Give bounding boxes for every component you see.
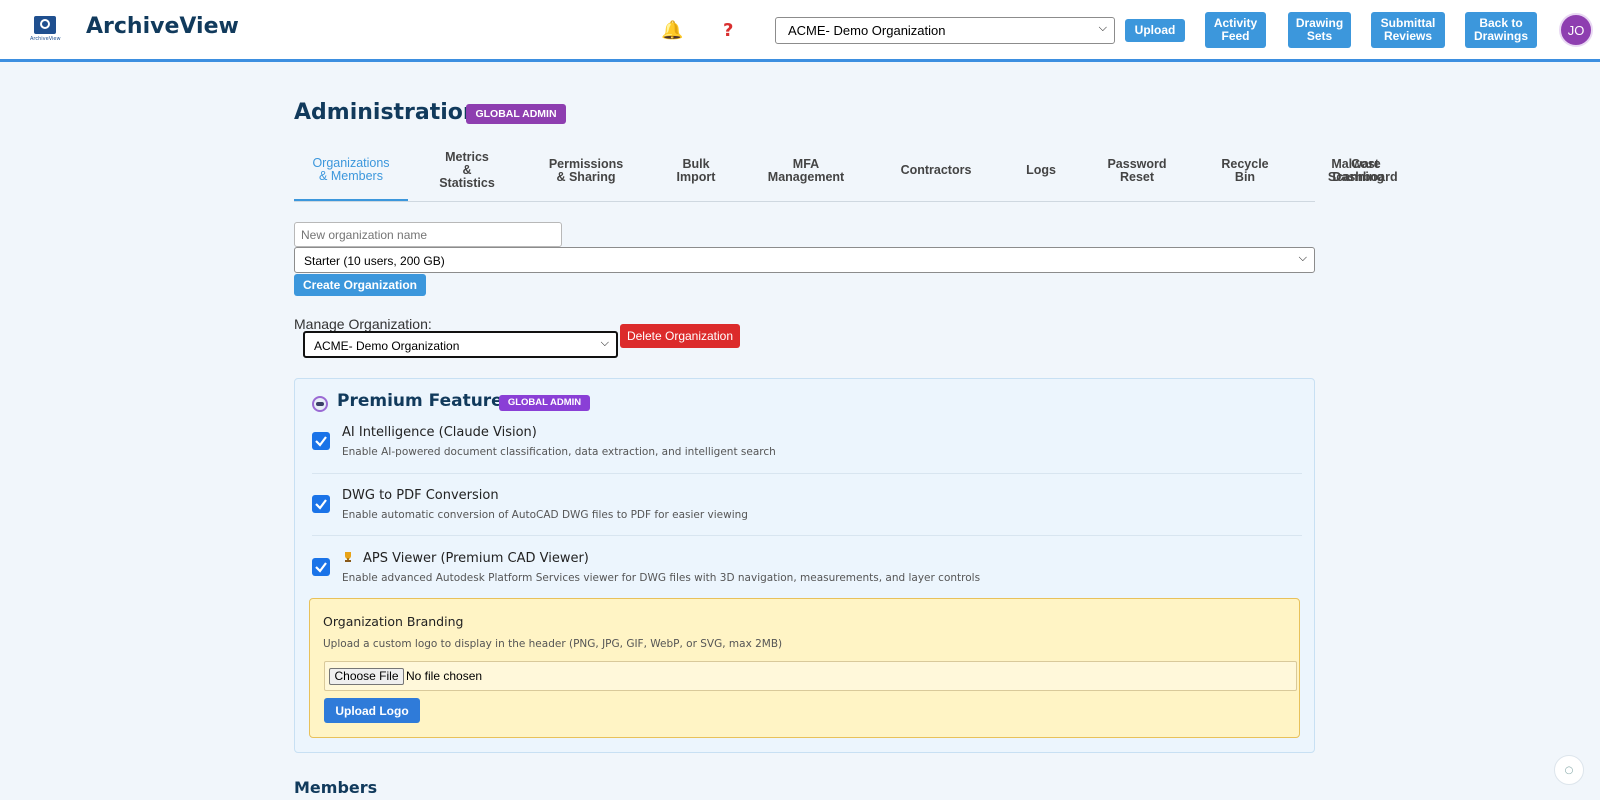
tab-label: & — [462, 163, 472, 177]
tab-label: Recycle — [1221, 156, 1269, 171]
app-logo[interactable]: ArchiveView — [30, 16, 62, 44]
dwg-to-pdf-checkbox[interactable] — [312, 495, 330, 513]
admin-tabs: Organizations & Members Metrics & Statistic… — [294, 140, 1398, 202]
submittal-reviews-label-2: Reviews — [1383, 29, 1432, 43]
drawing-sets-button[interactable]: Drawing Sets — [1288, 12, 1351, 48]
tab-label: Contractors — [900, 163, 972, 177]
back-to-drawings-button[interactable]: Back to Drawings — [1465, 12, 1537, 48]
tab-label: Bin — [1234, 169, 1256, 184]
dwg-to-pdf-desc: Enable automatic conversion of AutoCAD D… — [342, 509, 748, 521]
tab-recycle-bin[interactable]: Recycle Bin — [1202, 140, 1288, 201]
create-organization-button[interactable]: Create Organization — [294, 274, 426, 296]
top-header: ArchiveView ArchiveView 🔔 ? ACME- Demo O… — [0, 0, 1600, 62]
app-name: ArchiveView — [86, 14, 239, 39]
upload-button[interactable]: Upload — [1125, 19, 1185, 42]
tab-label: Organizations — [312, 155, 390, 170]
tab-label: Password — [1107, 156, 1167, 171]
robot-icon — [312, 396, 328, 412]
manage-organization-label: Manage Organization: — [294, 316, 432, 332]
trophy-icon — [345, 552, 351, 562]
tab-label: Logs — [1026, 163, 1056, 177]
members-heading: Members — [294, 778, 378, 797]
submittal-reviews-label-1: Submittal — [1380, 16, 1436, 30]
global-admin-badge: GLOBAL ADMIN — [466, 104, 566, 124]
file-status: No file chosen — [406, 669, 483, 683]
drawing-sets-label-2: Sets — [1306, 29, 1333, 43]
submittal-reviews-button[interactable]: Submittal Reviews — [1371, 12, 1445, 48]
premium-features-title: Premium Features — [337, 391, 513, 411]
checkmark-icon — [315, 562, 327, 573]
branding-desc: Upload a custom logo to display in the h… — [323, 638, 783, 650]
tab-bulk-import[interactable]: Bulk Import — [658, 140, 734, 201]
feature-divider — [312, 473, 1302, 474]
tab-label: & Sharing — [556, 169, 616, 184]
branding-title: Organization Branding — [323, 614, 464, 629]
plan-select[interactable]: Starter (10 users, 200 GB) ⌵ — [294, 247, 1315, 273]
tab-label: & Members — [319, 168, 383, 183]
tab-label: Permissions — [548, 156, 624, 171]
tab-label: Statistics — [439, 176, 495, 190]
tab-label: Metrics — [445, 150, 489, 164]
page-title: Administration — [294, 100, 479, 125]
premium-admin-badge: GLOBAL ADMIN — [499, 395, 590, 411]
aps-viewer-desc: Enable advanced Autodesk Platform Servic… — [342, 572, 981, 584]
tab-permissions-sharing[interactable]: Permissions & Sharing — [534, 140, 638, 201]
organization-switcher[interactable]: ACME- Demo Organization ⌵ — [775, 17, 1115, 44]
ai-intelligence-title: AI Intelligence (Claude Vision) — [342, 425, 537, 440]
plan-select-value: Starter (10 users, 200 GB) — [304, 254, 445, 268]
manage-organization-value: ACME- Demo Organization — [314, 339, 460, 353]
upload-logo-button[interactable]: Upload Logo — [324, 698, 420, 723]
delete-organization-button[interactable]: Delete Organization — [620, 324, 740, 348]
user-avatar[interactable]: JO — [1559, 13, 1593, 47]
back-to-drawings-label-2: Drawings — [1473, 29, 1528, 43]
tab-contractors[interactable]: Contractors — [888, 140, 984, 201]
checkmark-icon — [315, 436, 327, 447]
tab-label: Management — [767, 169, 845, 184]
tab-organizations-members[interactable]: Organizations & Members — [294, 140, 408, 201]
chevron-down-icon: ⌵ — [600, 337, 609, 349]
help-icon[interactable]: ? — [723, 20, 733, 42]
aps-viewer-checkbox[interactable] — [312, 558, 330, 576]
back-to-drawings-label-1: Back to — [1479, 16, 1523, 30]
tab-label: Reset — [1119, 169, 1155, 184]
manage-organization-select[interactable]: ACME- Demo Organization ⌵ — [303, 331, 618, 358]
dwg-to-pdf-title: DWG to PDF Conversion — [342, 488, 499, 503]
tab-mfa-management[interactable]: MFA Management — [754, 140, 858, 201]
choose-file-button[interactable]: Choose File — [329, 668, 404, 685]
organization-switcher-value: ACME- Demo Organization — [788, 23, 946, 38]
tab-cost-dashboard[interactable]: Cost Dashboard — [1315, 140, 1415, 201]
tab-metrics-statistics[interactable]: Metrics & Statistics — [424, 140, 510, 201]
checkmark-icon — [315, 499, 327, 510]
chevron-down-icon: ⌵ — [1098, 22, 1107, 34]
tab-label: Dashboard — [1332, 169, 1398, 184]
tab-label: Import — [676, 169, 716, 184]
floating-help-icon[interactable]: ○ — [1554, 755, 1584, 785]
tab-label: Cost — [1351, 156, 1379, 171]
activity-feed-label-2: Feed — [1221, 29, 1250, 43]
chevron-down-icon: ⌵ — [1298, 252, 1307, 264]
tab-label: MFA — [792, 156, 820, 171]
activity-feed-button[interactable]: Activity Feed — [1205, 12, 1266, 48]
feature-divider — [312, 535, 1302, 536]
tab-label: Bulk — [682, 156, 710, 171]
logo-caption: ArchiveView — [30, 36, 61, 42]
new-organization-name-input[interactable]: New organization name — [294, 222, 562, 247]
magnifier-icon — [40, 19, 50, 29]
drawing-sets-label-1: Drawing — [1295, 16, 1344, 30]
aps-viewer-title: APS Viewer (Premium CAD Viewer) — [363, 551, 589, 566]
tab-logs[interactable]: Logs — [1008, 140, 1074, 201]
tab-password-reset[interactable]: Password Reset — [1094, 140, 1180, 201]
ai-intelligence-checkbox[interactable] — [312, 432, 330, 450]
ai-intelligence-desc: Enable AI-powered document classificatio… — [342, 446, 776, 458]
activity-feed-label-1: Activity — [1213, 16, 1258, 30]
bell-icon[interactable]: 🔔 — [661, 20, 683, 42]
